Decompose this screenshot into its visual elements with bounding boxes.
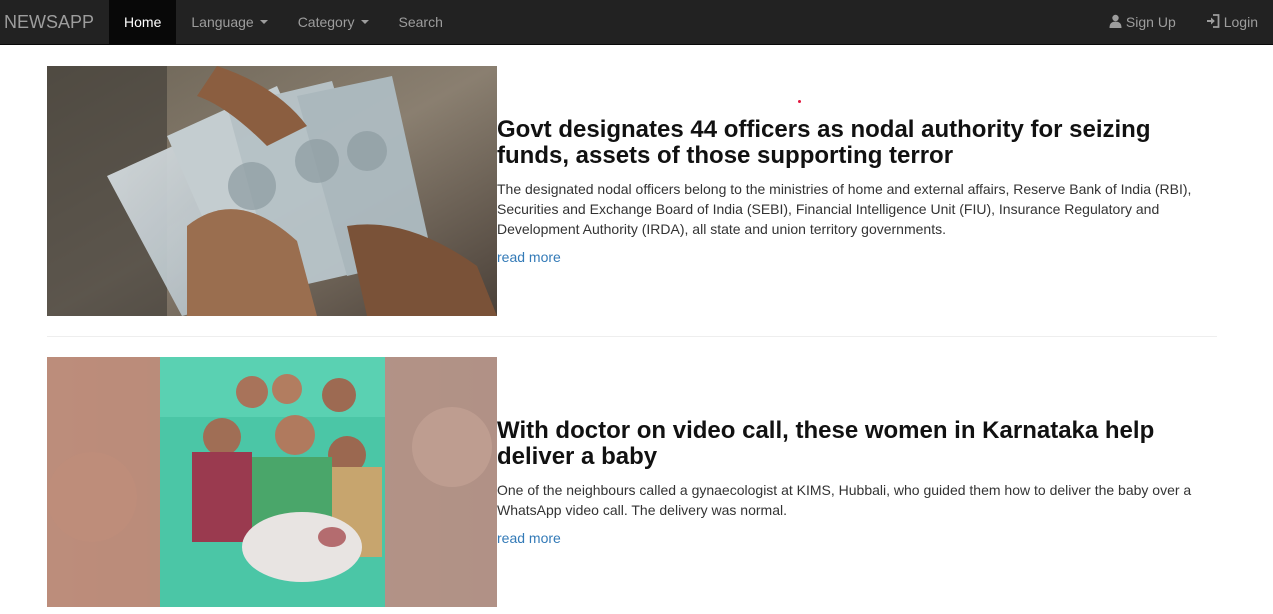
login-label: Login bbox=[1223, 14, 1258, 30]
signup-link[interactable]: Sign Up bbox=[1094, 0, 1191, 44]
read-more-link[interactable]: read more bbox=[497, 530, 561, 546]
article-body: Govt designates 44 officers as nodal aut… bbox=[497, 117, 1217, 266]
nav-language-label: Language bbox=[191, 14, 254, 30]
nav-home[interactable]: Home bbox=[109, 0, 177, 44]
nav-search[interactable]: Search bbox=[384, 0, 458, 44]
nav-home-label: Home bbox=[124, 14, 162, 30]
login-link[interactable]: Login bbox=[1191, 0, 1273, 44]
nav-search-label: Search bbox=[398, 14, 443, 30]
article-card: With doctor on video call, these women i… bbox=[47, 357, 1217, 607]
nav-category-dropdown[interactable]: Category bbox=[283, 0, 384, 44]
currency-notes-image[interactable] bbox=[47, 66, 497, 316]
nav-category-label: Category bbox=[297, 14, 355, 30]
article-title[interactable]: With doctor on video call, these women i… bbox=[497, 418, 1217, 470]
read-more-link[interactable]: read more bbox=[497, 249, 561, 265]
article-description: The designated nodal officers belong to … bbox=[497, 181, 1192, 237]
chevron-down-icon bbox=[360, 20, 369, 24]
nav-language-dropdown[interactable]: Language bbox=[176, 0, 282, 44]
article-body: With doctor on video call, these women i… bbox=[497, 418, 1217, 547]
women-with-newborn-image[interactable] bbox=[47, 357, 497, 607]
signup-label: Sign Up bbox=[1125, 14, 1176, 30]
nav-account: Sign Up Login bbox=[1094, 0, 1273, 44]
login-icon bbox=[1206, 13, 1220, 31]
article-description: One of the neighbours called a gynaecolo… bbox=[497, 482, 1192, 518]
article-title[interactable]: Govt designates 44 officers as nodal aut… bbox=[497, 117, 1217, 169]
chevron-down-icon bbox=[259, 20, 268, 24]
nav-menu: Home Language Category Search bbox=[109, 0, 458, 44]
article-card: Govt designates 44 officers as nodal aut… bbox=[47, 66, 1217, 316]
user-icon bbox=[1109, 14, 1122, 31]
brand-logo[interactable]: NEWSAPP bbox=[0, 0, 109, 44]
top-navbar: NEWSAPP Home Language Category Search Si… bbox=[0, 0, 1273, 45]
article-divider bbox=[47, 336, 1217, 337]
